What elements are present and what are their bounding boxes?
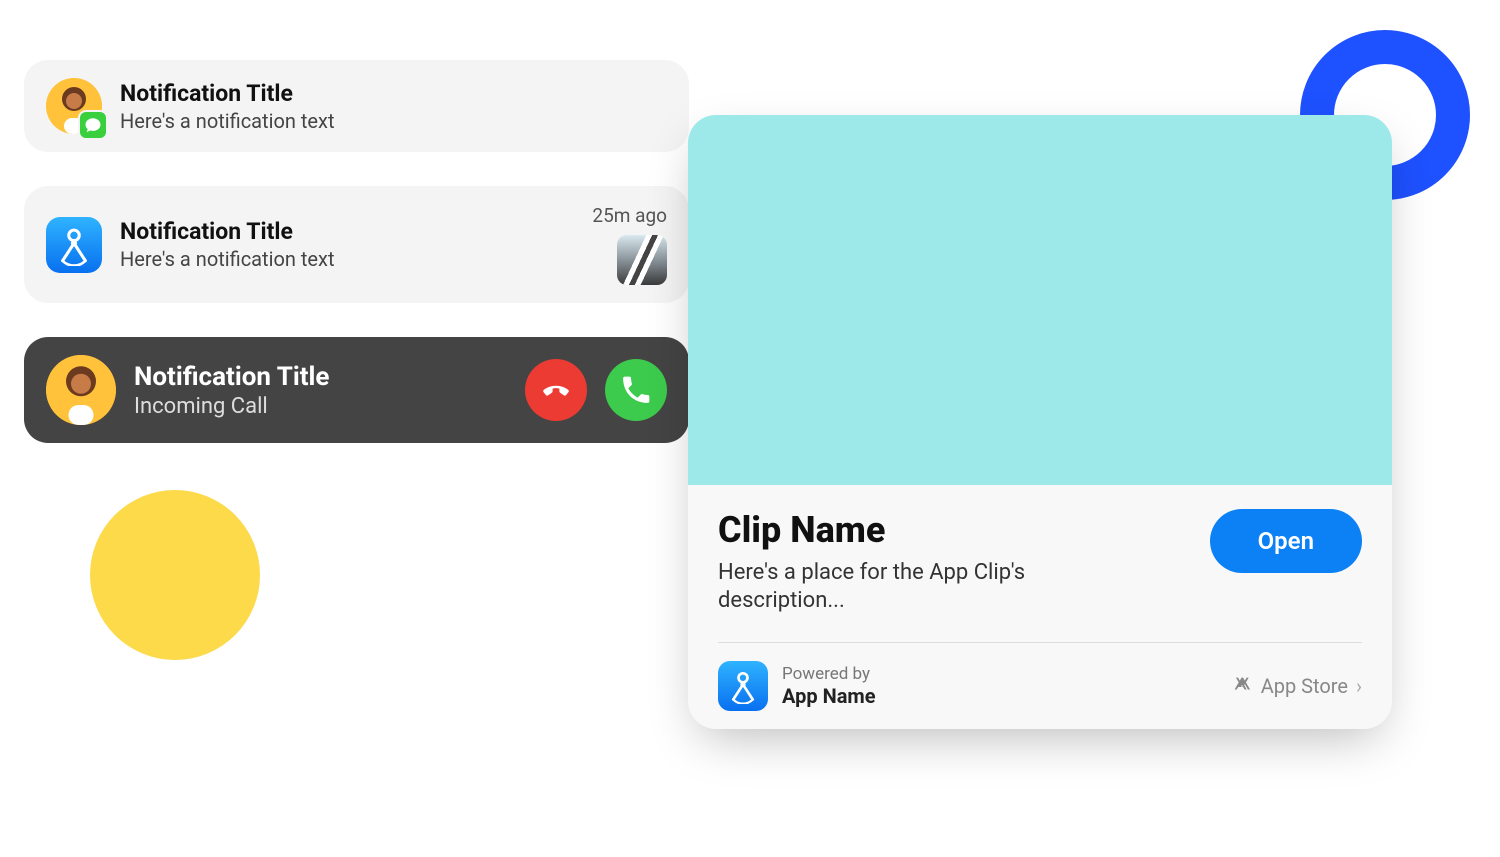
compass-app-icon	[46, 217, 102, 273]
app-store-icon	[1231, 675, 1253, 697]
clip-hero-image	[688, 115, 1392, 485]
compass-app-icon	[718, 661, 768, 711]
avatar-image	[46, 355, 116, 425]
notification-title: Notification Title	[120, 218, 574, 245]
notification-text: Notification Title Incoming Call	[134, 362, 507, 419]
clip-body: Clip Name Here's a place for the App Cli…	[688, 485, 1392, 729]
app-store-link[interactable]: App Store ›	[1231, 674, 1362, 698]
powered-by: Powered by App Name	[718, 661, 876, 711]
notification-time: 25m ago	[592, 204, 667, 227]
notification-body: Here's a notification text	[120, 247, 574, 271]
app-clip-card: Clip Name Here's a place for the App Cli…	[688, 115, 1392, 729]
clip-name: Clip Name	[718, 509, 1148, 551]
message-bubble-icon	[78, 110, 108, 140]
phone-icon	[619, 373, 653, 407]
phone-down-icon	[539, 373, 573, 407]
divider	[718, 642, 1362, 643]
notification-title: Notification Title	[134, 362, 507, 392]
notification-body: Here's a notification text	[120, 109, 667, 133]
avatar	[46, 78, 102, 134]
clip-description: Here's a place for the App Clip's descri…	[718, 559, 1148, 614]
open-button[interactable]: Open	[1210, 509, 1362, 573]
notification-body: Incoming Call	[134, 394, 507, 419]
clip-footer: Powered by App Name App Store ›	[718, 661, 1362, 711]
notification-text: Notification Title Here's a notification…	[120, 218, 574, 271]
powered-by-label: Powered by	[782, 664, 876, 684]
chevron-right-icon: ›	[1356, 674, 1362, 698]
notification-item[interactable]: Notification Title Here's a notification…	[24, 186, 689, 303]
notification-meta: 25m ago	[592, 204, 667, 285]
yellow-circle-decoration	[90, 490, 260, 660]
decline-call-button[interactable]	[525, 359, 587, 421]
clip-info: Clip Name Here's a place for the App Cli…	[718, 509, 1148, 614]
notification-call[interactable]: Notification Title Incoming Call	[24, 337, 689, 443]
notification-text: Notification Title Here's a notification…	[120, 80, 667, 133]
call-actions	[525, 359, 667, 421]
notification-stack: Notification Title Here's a notification…	[24, 60, 689, 443]
app-store-label: App Store	[1261, 674, 1348, 698]
accept-call-button[interactable]	[605, 359, 667, 421]
person-icon	[46, 355, 116, 425]
notification-title: Notification Title	[120, 80, 667, 107]
powered-by-app-name: App Name	[782, 684, 876, 708]
notification-item[interactable]: Notification Title Here's a notification…	[24, 60, 689, 152]
notification-thumbnail	[617, 235, 667, 285]
